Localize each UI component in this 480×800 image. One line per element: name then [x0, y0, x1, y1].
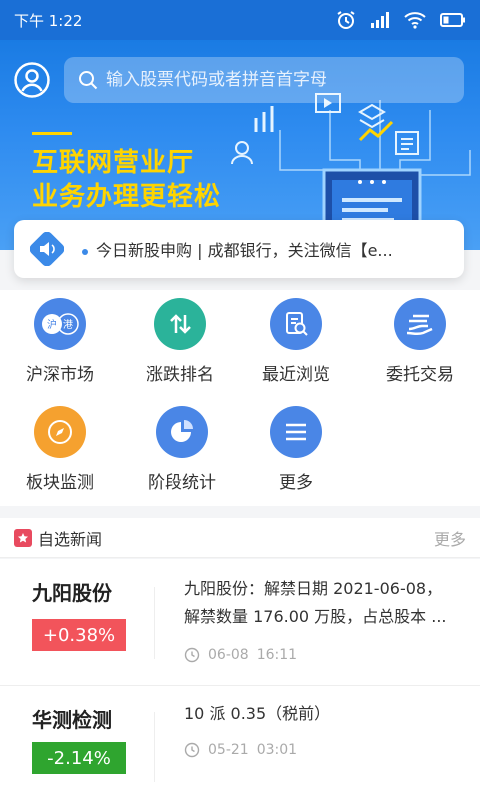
grid-label: 最近浏览: [262, 365, 330, 385]
news-clock-time: 16:11: [256, 647, 298, 663]
news-item[interactable]: 九阳股份 +0.38% 九阳股份：解禁日期 2021-06-08， 解禁数量 1…: [0, 559, 480, 685]
price-change-badge: -2.14%: [32, 742, 126, 774]
divider: [154, 712, 155, 782]
clock-icon: [184, 742, 200, 758]
news-text: 10 派 0.35（税前）: [184, 700, 468, 728]
grid-item-ranking[interactable]: 涨跌排名: [120, 298, 240, 385]
notice-text: 今日新股申购 | 成都银行，关注微信【e...: [82, 237, 393, 261]
news-header-left: 自选新闻: [14, 526, 102, 550]
function-grid: 沪港 沪深市场 涨跌排名 最近浏览 委托交易 板块监测 阶段统计 更多: [0, 290, 480, 506]
pie-chart-icon: [156, 406, 208, 458]
banner-accent-line: [32, 132, 72, 135]
grid-item-stats[interactable]: 阶段统计: [122, 406, 242, 493]
news-item[interactable]: 华测检测 -2.14% 10 派 0.35（税前） 05-21 03:01: [0, 686, 480, 800]
shanghai-shenzhen-market-icon: 沪港: [34, 298, 86, 350]
svg-text:沪: 沪: [47, 318, 57, 331]
menu-icon: [270, 406, 322, 458]
grid-item-sector[interactable]: 板块监测: [0, 406, 120, 493]
hand-coins-icon: [394, 298, 446, 350]
compass-icon: [34, 406, 86, 458]
search-icon: [79, 71, 98, 90]
banner-title-line2: 业务办理更轻松: [32, 182, 222, 212]
notice-bar[interactable]: 今日新股申购 | 成都银行，关注微信【e...: [14, 220, 464, 278]
news-line: 九阳股份：解禁日期 2021-06-08，: [184, 579, 443, 598]
news-date: 05-21: [208, 742, 249, 758]
stock-name: 九阳股份: [32, 581, 112, 605]
news-text: 九阳股份：解禁日期 2021-06-08， 解禁数量 176.00 万股，占总股…: [184, 575, 468, 631]
battery-icon: [440, 13, 465, 27]
wifi-icon: [404, 12, 426, 29]
status-time: 下午 1:22: [14, 11, 83, 30]
grid-label: 阶段统计: [148, 473, 216, 493]
grid-item-recent[interactable]: 最近浏览: [236, 298, 356, 385]
notice-message: 今日新股申购 | 成都银行，关注微信【e...: [96, 241, 393, 260]
news-header: 自选新闻 更多: [0, 518, 480, 558]
grid-label: 委托交易: [386, 365, 454, 385]
stock-name: 华测检测: [32, 708, 112, 732]
alarm-icon: [337, 11, 355, 29]
grid-label: 板块监测: [26, 473, 94, 493]
news-time: 06-08 16:11: [184, 647, 297, 663]
news-more-link[interactable]: 更多: [434, 526, 466, 550]
banner-title-line1: 互联网营业厅: [32, 148, 195, 178]
news-clock-time: 03:01: [256, 742, 298, 758]
status-bar: 下午 1:22: [0, 0, 480, 40]
signal-icon: [371, 12, 389, 28]
status-icons: [336, 10, 466, 30]
search-input[interactable]: [106, 70, 446, 90]
search-bar[interactable]: [64, 57, 464, 103]
grid-item-more[interactable]: 更多: [236, 406, 356, 493]
star-icon: [14, 528, 32, 547]
up-down-arrows-icon: [154, 298, 206, 350]
news-title: 自选新闻: [38, 529, 103, 549]
divider: [154, 587, 155, 659]
news-line: 解禁数量 176.00 万股，占总股本 ...: [184, 607, 447, 626]
price-change-badge: +0.38%: [32, 619, 126, 651]
user-avatar-icon[interactable]: [14, 62, 50, 98]
hero-banner[interactable]: 互联网营业厅 业务办理更轻松: [0, 40, 480, 250]
grid-label: 涨跌排名: [146, 365, 214, 385]
grid-label: 沪深市场: [26, 365, 94, 385]
news-date: 06-08: [208, 647, 249, 663]
document-search-icon: [270, 298, 322, 350]
grid-label: 更多: [279, 473, 313, 493]
news-line: 10 派 0.35（税前）: [184, 704, 331, 723]
speaker-icon: [30, 232, 64, 266]
notice-dot: [82, 248, 88, 255]
clock-icon: [184, 647, 200, 663]
svg-text:港: 港: [63, 319, 73, 331]
news-time: 05-21 03:01: [184, 742, 297, 758]
grid-item-trade[interactable]: 委托交易: [360, 298, 480, 385]
grid-item-market[interactable]: 沪港 沪深市场: [0, 298, 120, 385]
